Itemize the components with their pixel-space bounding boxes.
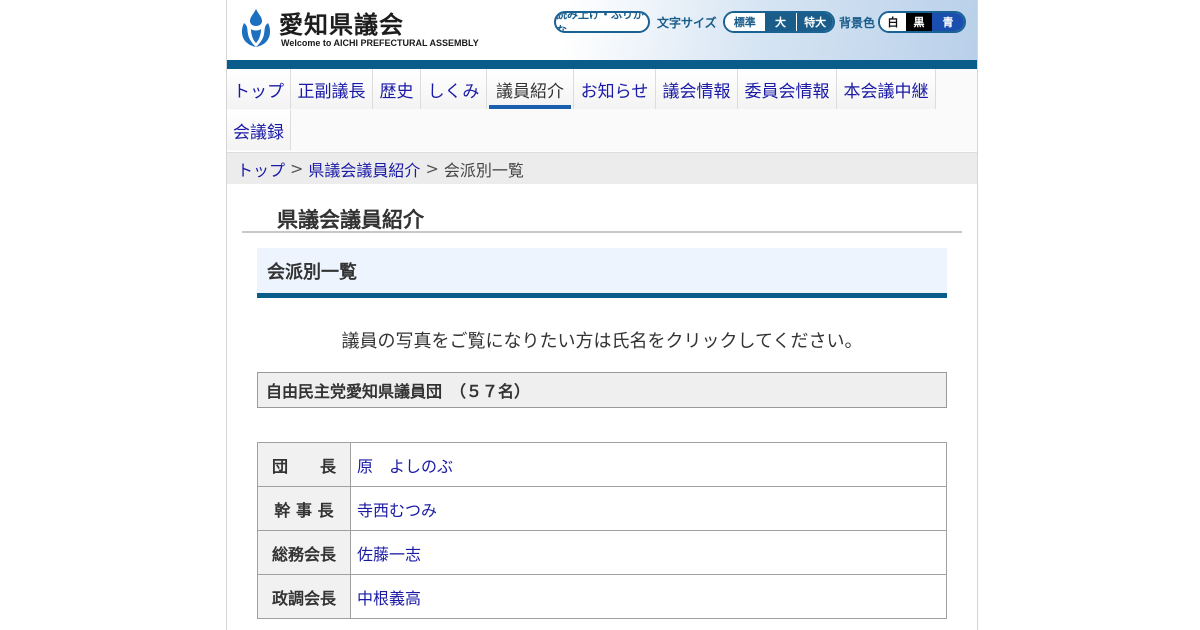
table-row: 政調会長 中根義高 (257, 574, 947, 619)
officer-name-link[interactable]: 佐藤一志 (350, 530, 947, 575)
nav-item-committee-info[interactable]: 委員会情報 (738, 69, 837, 109)
breadcrumb: トップ > 県議会議員紹介 > 会派別一覧 (227, 152, 977, 184)
bg-black-button[interactable]: 黒 (906, 13, 932, 31)
table-row: 幹 事 長 寺西むつみ (257, 486, 947, 531)
font-size-xlarge-button[interactable]: 特大 (796, 13, 833, 31)
assembly-logo-icon[interactable] (239, 7, 273, 49)
page-title: 県議会議員紹介 (277, 208, 424, 232)
font-size-standard-button[interactable]: 標準 (725, 13, 765, 31)
site-title[interactable]: 愛知県議会 (279, 5, 404, 40)
header-divider (227, 60, 977, 69)
site-header: 愛知県議会 Welcome to AICHI PREFECTURAL ASSEM… (227, 0, 977, 60)
font-size-selector: 標準 大 特大 (723, 11, 835, 33)
breadcrumb-members[interactable]: 県議会議員紹介 (308, 157, 420, 181)
faction-heading: 自由民主党愛知県議員団 （５７名） (257, 372, 947, 408)
bg-color-selector: 白 黒 青 (878, 11, 966, 33)
nav-item-history[interactable]: 歴史 (373, 69, 421, 109)
page-container: 愛知県議会 Welcome to AICHI PREFECTURAL ASSEM… (226, 0, 978, 630)
font-size-label: 文字サイズ (657, 16, 717, 30)
section-title: 会派別一覧 (257, 248, 947, 293)
nav-item-structure[interactable]: しくみ (421, 69, 487, 109)
bg-color-label: 背景色 (839, 16, 876, 30)
furigana-label: 読み上げ・ふりがな (556, 11, 644, 33)
nav-item-live-broadcast[interactable]: 本会議中継 (837, 69, 936, 109)
officer-name-link[interactable]: 原 よしのぶ (350, 442, 947, 487)
bg-white-button[interactable]: 白 (880, 13, 906, 31)
officers-table: 団 長 原 よしのぶ 幹 事 長 寺西むつみ 総務会長 佐藤一志 政調会長 中根… (257, 442, 947, 619)
table-row: 総務会長 佐藤一志 (257, 530, 947, 575)
nav-item-minutes[interactable]: 会議録 (227, 110, 291, 150)
site-subtitle: Welcome to AICHI PREFECTURAL ASSEMBLY (281, 38, 479, 48)
font-size-large-button[interactable]: 大 (764, 13, 797, 31)
officer-role: 幹 事 長 (257, 486, 351, 531)
breadcrumb-separator: > (290, 159, 304, 178)
instruction-text: 議員の写真をご覧になりたい方は氏名をクリックしてください。 (341, 331, 863, 352)
title-divider (242, 231, 962, 233)
officer-role: 総務会長 (257, 530, 351, 575)
nav-item-top[interactable]: トップ (227, 69, 291, 109)
officer-name-link[interactable]: 中根義高 (350, 574, 947, 619)
bg-blue-button[interactable]: 青 (932, 13, 964, 31)
breadcrumb-current: 会派別一覧 (443, 160, 524, 180)
nav-item-speakers[interactable]: 正副議長 (291, 69, 373, 109)
furigana-button[interactable]: 読み上げ・ふりがな (554, 11, 650, 33)
breadcrumb-top[interactable]: トップ (237, 157, 285, 181)
table-row: 団 長 原 よしのぶ (257, 442, 947, 487)
officer-name-link[interactable]: 寺西むつみ (350, 486, 947, 531)
global-nav: トップ 正副議長 歴史 しくみ 議員紹介 お知らせ 議会情報 委員会情報 本会議… (227, 69, 977, 151)
officer-role: 団 長 (257, 442, 351, 487)
nav-item-members[interactable]: 議員紹介 (487, 69, 574, 109)
officer-role: 政調会長 (257, 574, 351, 619)
section-divider (257, 293, 947, 298)
nav-item-news[interactable]: お知らせ (574, 69, 656, 109)
nav-item-assembly-info[interactable]: 議会情報 (656, 69, 738, 109)
breadcrumb-separator: > (425, 159, 439, 178)
